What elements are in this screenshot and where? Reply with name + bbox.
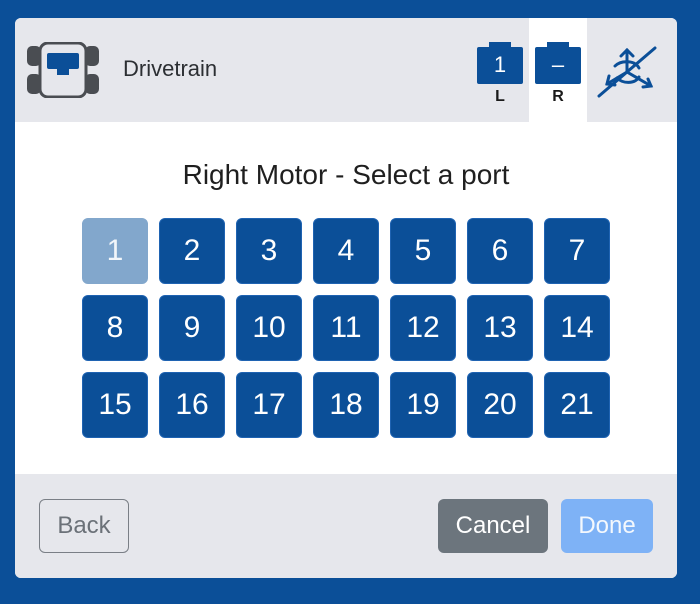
- port-button-6[interactable]: 6: [467, 218, 533, 284]
- port-button-15[interactable]: 15: [82, 372, 148, 438]
- device-title: Drivetrain: [123, 56, 218, 81]
- done-button[interactable]: Done: [561, 499, 653, 553]
- motor-icon: 1: [477, 42, 523, 84]
- port-button-8[interactable]: 8: [82, 295, 148, 361]
- port-button-10[interactable]: 10: [236, 295, 302, 361]
- port-button-2[interactable]: 2: [159, 218, 225, 284]
- port-button-4[interactable]: 4: [313, 218, 379, 284]
- port-button-12[interactable]: 12: [390, 295, 456, 361]
- port-button-9[interactable]: 9: [159, 295, 225, 361]
- back-button[interactable]: Back: [39, 499, 129, 553]
- port-button-14[interactable]: 14: [544, 295, 610, 361]
- port-button-13[interactable]: 13: [467, 295, 533, 361]
- port-button-17[interactable]: 17: [236, 372, 302, 438]
- cancel-button[interactable]: Cancel: [438, 499, 548, 553]
- tab-right-motor[interactable]: – R: [529, 18, 587, 122]
- drivetrain-icon: [27, 41, 99, 99]
- motor-port-value: 1: [493, 52, 507, 77]
- port-button-5[interactable]: 5: [390, 218, 456, 284]
- dialog-footer: Back Cancel Done: [15, 474, 677, 578]
- motor-port-value: –: [551, 52, 565, 77]
- port-button-7[interactable]: 7: [544, 218, 610, 284]
- port-button-1: 1: [82, 218, 148, 284]
- port-prompt: Right Motor - Select a port: [182, 159, 510, 190]
- port-button-11[interactable]: 11: [313, 295, 379, 361]
- port-button-21[interactable]: 21: [544, 372, 610, 438]
- motor-side-label: L: [495, 88, 505, 105]
- drivetrain-port-dialog: Drivetrain 1 L – R Right Motor - Select …: [15, 18, 677, 578]
- port-button-19[interactable]: 19: [390, 372, 456, 438]
- dialog-header: Drivetrain 1 L – R: [15, 18, 677, 122]
- port-button-18[interactable]: 18: [313, 372, 379, 438]
- port-button-3[interactable]: 3: [236, 218, 302, 284]
- gyro-disabled-icon[interactable]: [595, 44, 659, 100]
- port-grid: 1 2 3 4 5 6 7 8 9 10 11 12 13 14 15 16 17 18 19 20 21: [82, 218, 610, 438]
- tab-left-motor[interactable]: 1 L: [471, 18, 529, 122]
- port-button-16[interactable]: 16: [159, 372, 225, 438]
- motor-icon: –: [535, 42, 581, 84]
- motor-side-label: R: [552, 88, 564, 105]
- port-button-20[interactable]: 20: [467, 372, 533, 438]
